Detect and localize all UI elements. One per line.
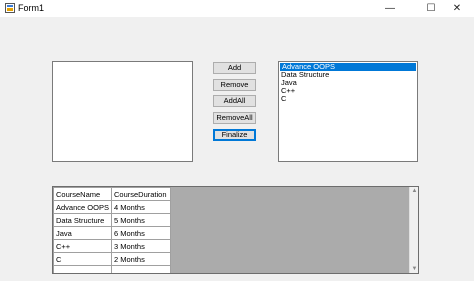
list-item[interactable]: C++ bbox=[279, 87, 417, 95]
app-icon bbox=[5, 3, 15, 13]
column-header-course-name[interactable]: CourseName bbox=[53, 187, 112, 201]
vertical-scrollbar[interactable]: ▲ ▼ bbox=[409, 187, 418, 273]
column-header-course-duration[interactable]: CourseDuration bbox=[111, 187, 171, 201]
grid-cell[interactable] bbox=[111, 265, 171, 273]
new-row[interactable] bbox=[53, 265, 171, 273]
maximize-icon: ☐ bbox=[426, 3, 436, 14]
scroll-down-arrow-icon[interactable]: ▼ bbox=[411, 265, 418, 273]
list-item[interactable]: Java bbox=[279, 79, 417, 87]
grid-cell[interactable]: Java bbox=[53, 226, 112, 240]
remove-button[interactable]: Remove bbox=[213, 79, 256, 91]
grid-cell[interactable]: C bbox=[53, 252, 112, 266]
grid-table: CourseName CourseDuration Advance OOPS 4… bbox=[53, 187, 171, 273]
add-button[interactable]: Add bbox=[213, 62, 256, 74]
left-course-listbox[interactable] bbox=[52, 61, 193, 162]
course-data-grid[interactable]: CourseName CourseDuration Advance OOPS 4… bbox=[52, 186, 419, 274]
list-item[interactable]: Data Structure bbox=[279, 71, 417, 79]
grid-cell[interactable]: 2 Months bbox=[111, 252, 171, 266]
grid-cell[interactable]: 4 Months bbox=[111, 200, 171, 214]
close-button[interactable]: ✕ bbox=[440, 0, 474, 17]
grid-cell[interactable]: 5 Months bbox=[111, 213, 171, 227]
grid-cell[interactable]: C++ bbox=[53, 239, 112, 253]
add-all-button[interactable]: AddAll bbox=[213, 95, 256, 107]
scroll-up-arrow-icon[interactable]: ▲ bbox=[411, 187, 418, 195]
right-course-listbox[interactable]: Advance OOPS Data Structure Java C++ C bbox=[278, 61, 418, 162]
grid-cell[interactable] bbox=[53, 265, 112, 273]
title-bar: Form1 — ☐ ✕ bbox=[0, 0, 474, 17]
grid-cell[interactable]: Data Structure bbox=[53, 213, 112, 227]
minimize-icon: — bbox=[385, 3, 395, 14]
minimize-button[interactable]: — bbox=[373, 0, 407, 17]
table-row[interactable]: Data Structure 5 Months bbox=[53, 213, 171, 227]
grid-cell[interactable]: 3 Months bbox=[111, 239, 171, 253]
grid-header-row: CourseName CourseDuration bbox=[53, 187, 171, 201]
table-row[interactable]: Advance OOPS 4 Months bbox=[53, 200, 171, 214]
list-item[interactable]: C bbox=[279, 95, 417, 103]
grid-cell[interactable]: Advance OOPS bbox=[53, 200, 112, 214]
remove-all-button[interactable]: RemoveAll bbox=[213, 112, 256, 124]
table-row[interactable]: C++ 3 Months bbox=[53, 239, 171, 253]
table-row[interactable]: Java 6 Months bbox=[53, 226, 171, 240]
grid-cell[interactable]: 6 Months bbox=[111, 226, 171, 240]
close-icon: ✕ bbox=[452, 3, 462, 14]
window-title: Form1 bbox=[18, 3, 45, 13]
table-row[interactable]: C 2 Months bbox=[53, 252, 171, 266]
finalize-button[interactable]: Finalize bbox=[213, 129, 256, 141]
